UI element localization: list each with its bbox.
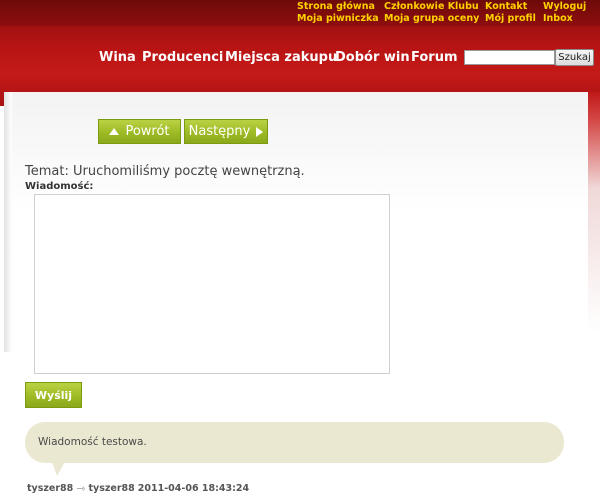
triangle-up-icon (109, 128, 120, 135)
top-links: Strona główna Członkowie Klubu Kontakt W… (0, 1, 600, 25)
message-bubble-tail (52, 462, 65, 476)
message-textarea[interactable] (34, 194, 390, 374)
send-button[interactable]: Wyślij (25, 382, 82, 408)
top-link-my-cellar[interactable]: Moja piwniczka (297, 13, 379, 24)
next-button-label: Następny (188, 124, 251, 139)
message-subject: Temat: Uruchomiliśmy pocztę wewnętrzną. (25, 164, 305, 179)
back-button[interactable]: Powrót (98, 119, 181, 144)
top-link-logout[interactable]: Wyloguj (543, 1, 586, 12)
back-button-label: Powrót (125, 124, 170, 139)
top-link-my-profile[interactable]: Mój profil (485, 13, 536, 24)
reply-arrow-icon: ⇾ (76, 482, 86, 495)
nav-item-wine-selection[interactable]: Dobór win (335, 49, 410, 67)
message-meta: tyszer88 ⇾ tyszer88 2011-04-06 18:43:24 (27, 482, 249, 495)
top-link-contact[interactable]: Kontakt (485, 1, 527, 12)
message-recipient[interactable]: tyszer88 (89, 483, 135, 494)
message-sender[interactable]: tyszer88 (27, 483, 73, 494)
triangle-right-icon (256, 126, 264, 137)
top-link-members[interactable]: Członkowie Klubu (384, 1, 479, 12)
message-label: Wiadomość: (25, 181, 94, 192)
top-link-inbox[interactable]: Inbox (543, 13, 573, 24)
message-bubble: Wiadomość testowa. (25, 422, 564, 463)
search-input[interactable] (464, 50, 555, 65)
panel-right-shade (588, 92, 600, 332)
top-link-my-rating-group[interactable]: Moja grupa oceny (384, 13, 479, 24)
top-link-home[interactable]: Strona główna (297, 1, 375, 12)
search-button[interactable]: Szukaj (555, 49, 594, 66)
next-button[interactable]: Następny (184, 119, 268, 144)
nav-item-forum[interactable]: Forum (411, 49, 458, 67)
message-text: Wiadomość testowa. (38, 436, 147, 448)
nav-item-producers[interactable]: Producenci (142, 49, 223, 67)
nav-item-places[interactable]: Miejsca zakupu (225, 49, 337, 67)
panel-left-shade (4, 92, 12, 352)
nav-item-wines[interactable]: Wina (99, 49, 136, 67)
message-timestamp: 2011-04-06 18:43:24 (137, 483, 250, 494)
